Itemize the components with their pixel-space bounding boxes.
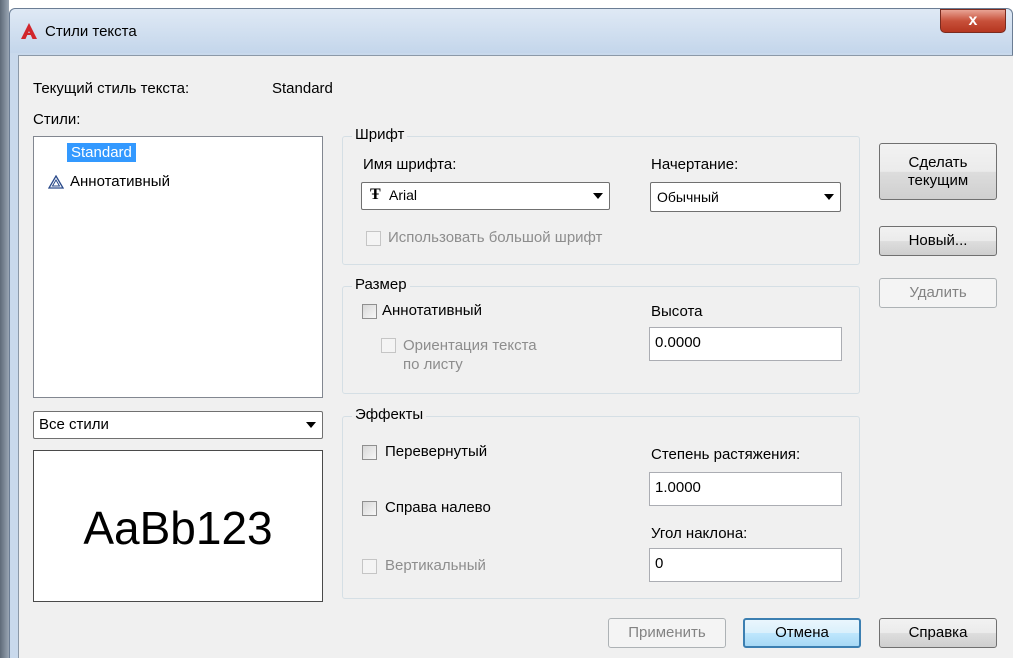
- desktop-edge: [0, 0, 9, 658]
- help-button[interactable]: Справка: [879, 618, 997, 648]
- chevron-down-icon: [593, 193, 603, 199]
- backwards-label: Справа налево: [385, 499, 491, 516]
- width-factor-input[interactable]: 1.0000: [649, 472, 842, 506]
- truetype-font-icon: Ŧ: [370, 186, 381, 203]
- new-style-button[interactable]: Новый...: [879, 226, 997, 256]
- font-style-dropdown[interactable]: Обычный: [650, 182, 841, 212]
- oblique-angle-label: Угол наклона:: [651, 525, 748, 542]
- font-name-value: Arial: [389, 187, 418, 203]
- vertical-label: Вертикальный: [385, 557, 486, 574]
- list-item[interactable]: Standard: [67, 143, 136, 162]
- set-current-label-line2: текущим: [907, 171, 969, 189]
- height-input[interactable]: 0.0000: [649, 327, 842, 361]
- list-item[interactable]: Аннотативный: [70, 173, 170, 190]
- current-style-label: Текущий стиль текста:: [33, 80, 190, 97]
- dialog-title: Стили текста: [45, 23, 137, 40]
- upside-down-checkbox[interactable]: [362, 445, 377, 460]
- preview-text: AaBb123: [83, 502, 273, 554]
- oblique-angle-input[interactable]: 0: [649, 548, 842, 582]
- backwards-checkbox[interactable]: [362, 501, 377, 516]
- annotative-icon: [47, 174, 65, 193]
- styles-filter-dropdown[interactable]: Все стили: [33, 411, 323, 439]
- font-style-value: Обычный: [657, 189, 719, 205]
- big-font-checkbox[interactable]: [366, 231, 381, 246]
- current-style-value: Standard: [272, 80, 333, 97]
- styles-list[interactable]: Standard Аннотативный: [33, 136, 323, 398]
- match-orientation-label-line1: Ориентация текста: [403, 337, 537, 354]
- delete-style-button[interactable]: Удалить: [879, 278, 997, 308]
- apply-button[interactable]: Применить: [608, 618, 726, 648]
- chevron-down-icon: [306, 422, 316, 428]
- annotative-label: Аннотативный: [382, 302, 482, 319]
- vertical-checkbox[interactable]: [362, 559, 377, 574]
- autocad-logo-icon: [20, 22, 38, 40]
- font-name-dropdown[interactable]: Ŧ Arial: [361, 182, 610, 210]
- set-current-label-line1: Сделать: [908, 153, 968, 171]
- set-current-button[interactable]: Сделать текущим: [879, 143, 997, 200]
- height-label: Высота: [651, 303, 703, 320]
- upside-down-label: Перевернутый: [385, 443, 488, 460]
- cancel-button[interactable]: Отмена: [743, 618, 861, 648]
- styles-filter-value: Все стили: [39, 416, 109, 433]
- font-group-legend: Шрифт: [352, 126, 408, 143]
- width-factor-label: Степень растяжения:: [651, 446, 801, 463]
- preview-box: AaBb123: [33, 450, 323, 602]
- styles-label: Стили:: [33, 111, 81, 128]
- close-button[interactable]: x: [940, 9, 1006, 33]
- style-name: Аннотативный: [70, 173, 170, 190]
- match-orientation-checkbox[interactable]: [381, 338, 396, 353]
- font-style-label: Начертание:: [651, 156, 739, 173]
- font-name-label: Имя шрифта:: [363, 156, 457, 173]
- effects-group-legend: Эффекты: [352, 406, 427, 423]
- size-group-legend: Размер: [352, 276, 410, 293]
- title-bar[interactable]: [10, 9, 1012, 53]
- match-orientation-label-line2: по листу: [403, 356, 463, 373]
- chevron-down-icon: [824, 194, 834, 200]
- style-name: Standard: [71, 144, 132, 161]
- annotative-checkbox[interactable]: [362, 304, 377, 319]
- big-font-label: Использовать большой шрифт: [388, 229, 603, 246]
